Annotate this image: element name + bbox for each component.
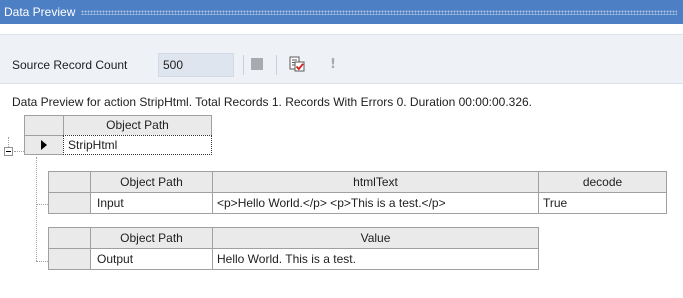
- error-info-button[interactable]: !: [322, 53, 344, 75]
- toolbar-separator: [276, 55, 277, 75]
- column-header-htmltext[interactable]: htmlText: [212, 171, 539, 193]
- cell-decode[interactable]: True: [538, 192, 667, 214]
- outer-row-header-corner: [24, 115, 64, 136]
- input-row-selector[interactable]: [48, 192, 91, 214]
- tree-line: [14, 151, 24, 152]
- output-table-header-row: Object Path Value: [48, 227, 539, 249]
- stop-button[interactable]: [246, 53, 268, 75]
- toolbar-separator: [243, 55, 244, 75]
- current-row-arrow-icon: [41, 140, 47, 150]
- table-row: Output Hello World. This is a test.: [48, 248, 539, 270]
- column-header-object-path[interactable]: Object Path: [90, 227, 213, 249]
- cell-value[interactable]: Hello World. This is a test.: [212, 248, 539, 270]
- output-row-header-corner: [48, 227, 91, 249]
- column-header-decode[interactable]: decode: [538, 171, 667, 193]
- outer-column-header[interactable]: Object Path: [63, 115, 212, 136]
- cell-htmltext[interactable]: <p>Hello World.</p> <p>This is a test.</…: [212, 192, 539, 214]
- column-header-object-path[interactable]: Object Path: [90, 171, 213, 193]
- preview-run-button[interactable]: [286, 53, 308, 75]
- panel-titlebar: Data Preview: [0, 0, 683, 24]
- table-row: Input <p>Hello World.</p> <p>This is a t…: [48, 192, 667, 214]
- tree-line: [36, 261, 48, 262]
- collapse-toggle-icon[interactable]: [4, 147, 13, 156]
- input-table: Object Path htmlText decode Input <p>Hel…: [48, 171, 667, 214]
- source-record-count-input[interactable]: [158, 53, 234, 77]
- source-record-count-label: Source Record Count: [12, 58, 128, 72]
- tree-line: [8, 137, 9, 147]
- panel-title: Data Preview: [4, 5, 76, 19]
- output-table: Object Path Value Output Hello World. Th…: [48, 227, 539, 270]
- preview-run-icon: [289, 56, 305, 72]
- exclamation-icon: !: [330, 56, 336, 72]
- status-text: Data Preview for action StripHtml. Total…: [12, 95, 533, 109]
- input-table-header-row: Object Path htmlText decode: [48, 171, 667, 193]
- input-row-header-corner: [48, 171, 91, 193]
- tree-line: [36, 204, 48, 205]
- stop-icon: [251, 58, 263, 70]
- preview-grid: Object Path StripHtml Object Path htmlTe…: [0, 113, 683, 298]
- cell-object-path[interactable]: Output: [90, 248, 213, 270]
- tree-line: [36, 157, 37, 261]
- drag-grip[interactable]: [81, 9, 677, 15]
- toolbar: Source Record Count !: [0, 34, 683, 84]
- outer-cell-striphtml[interactable]: StripHtml: [63, 135, 212, 155]
- cell-object-path[interactable]: Input: [90, 192, 213, 214]
- column-header-value[interactable]: Value: [212, 227, 539, 249]
- output-row-selector[interactable]: [48, 248, 91, 270]
